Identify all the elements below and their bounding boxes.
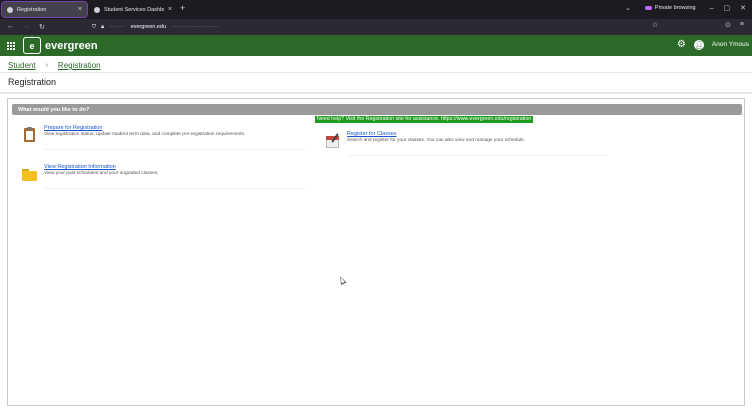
user-name[interactable]: Anon Ymous — [712, 41, 749, 48]
close-window-icon[interactable]: ✕ — [740, 4, 746, 12]
calendar-icon — [324, 133, 341, 150]
lock-icon: 🔒︎ — [101, 23, 105, 30]
shield-icon[interactable]: ⛉ — [92, 24, 96, 31]
item-description: Search and register for your classes. Yo… — [347, 138, 526, 143]
view-registration-information-link[interactable]: View Registration Information — [44, 164, 159, 170]
tab-list-chevron-icon[interactable]: ⌄ — [625, 4, 631, 12]
browser-tab-registration[interactable]: Registration × — [1, 1, 88, 18]
registration-panel: What would you like to do? Need help? Vi… — [7, 98, 745, 406]
app-header: e evergreen ⚙ 👤︎ Anon Ymous — [0, 35, 752, 56]
item-description: View registration status, update student… — [44, 132, 246, 137]
browser-nav-bar: ← → ↻ ⛉ 🔒︎ ········· evergreen.edu ·····… — [0, 19, 752, 35]
tab-title: Student Services Dashboard — [104, 6, 164, 13]
forward-icon[interactable]: → — [23, 23, 30, 31]
new-tab-button[interactable]: + — [180, 3, 185, 13]
browser-tab-strip: Registration × Student Services Dashboar… — [0, 0, 752, 19]
url-path: ·························· — [171, 24, 219, 30]
private-browsing-indicator: Private browsing — [641, 3, 700, 13]
prepare-for-registration-link[interactable]: Prepare for Registration — [44, 125, 245, 131]
gear-icon[interactable]: ⚙ — [677, 39, 686, 50]
menu-icon[interactable]: ≡ — [740, 21, 744, 29]
app-grid-icon[interactable] — [7, 41, 15, 50]
extensions-icon[interactable]: ⊙ — [725, 21, 731, 29]
item-divider — [348, 155, 608, 156]
evergreen-logo[interactable]: e — [23, 37, 41, 54]
divider — [0, 72, 752, 73]
breadcrumb-student[interactable]: Student — [8, 61, 36, 70]
url-bar[interactable]: ⛉ 🔒︎ ········· evergreen.edu ···········… — [92, 21, 667, 33]
close-tab-icon[interactable]: × — [78, 6, 82, 13]
page-title: Registration — [8, 77, 57, 87]
private-browsing-label: Private browsing — [654, 5, 696, 11]
brand-name: evergreen — [45, 39, 98, 52]
clipboard-icon — [21, 127, 38, 144]
item-divider — [45, 188, 305, 189]
tab-title: Registration — [17, 6, 47, 13]
page-content: Student › Registration Registration What… — [0, 56, 752, 410]
url-host: evergreen.edu — [130, 24, 167, 30]
register-for-classes-item[interactable]: Register for Classes Search and register… — [324, 131, 608, 156]
breadcrumb-separator: › — [45, 62, 48, 69]
url-prefix: ········· — [109, 24, 126, 30]
breadcrumb-registration[interactable]: Registration — [58, 61, 101, 70]
star-icon[interactable]: ☆ — [652, 21, 658, 29]
view-registration-information-item[interactable]: View Registration Information View your … — [21, 164, 305, 189]
close-tab-icon[interactable]: × — [168, 6, 172, 13]
maximize-icon[interactable]: ▢ — [724, 4, 731, 12]
window-controls: ⌄ Private browsing – ▢ ✕ — [625, 3, 746, 13]
tab-favicon-icon — [7, 6, 13, 13]
folder-icon — [21, 166, 38, 183]
register-for-classes-link[interactable]: Register for Classes — [347, 131, 525, 137]
reload-icon[interactable]: ↻ — [39, 23, 45, 31]
minimize-icon[interactable]: – — [710, 5, 714, 12]
prepare-for-registration-item[interactable]: Prepare for Registration View registrati… — [21, 125, 305, 150]
item-divider — [45, 149, 305, 150]
breadcrumb: Student › Registration — [8, 61, 101, 70]
item-description: View your past schedules and your ungrad… — [44, 171, 159, 176]
private-mask-icon — [644, 6, 652, 10]
browser-tab-dashboard[interactable]: Student Services Dashboard × — [89, 2, 177, 17]
back-icon[interactable]: ← — [7, 23, 14, 31]
divider — [0, 92, 752, 94]
help-banner: Need help? Visit the Registration site f… — [315, 116, 534, 123]
tab-favicon-icon — [94, 6, 100, 13]
avatar[interactable]: 👤︎ — [693, 39, 704, 50]
panel-heading: What would you like to do? — [12, 104, 742, 115]
